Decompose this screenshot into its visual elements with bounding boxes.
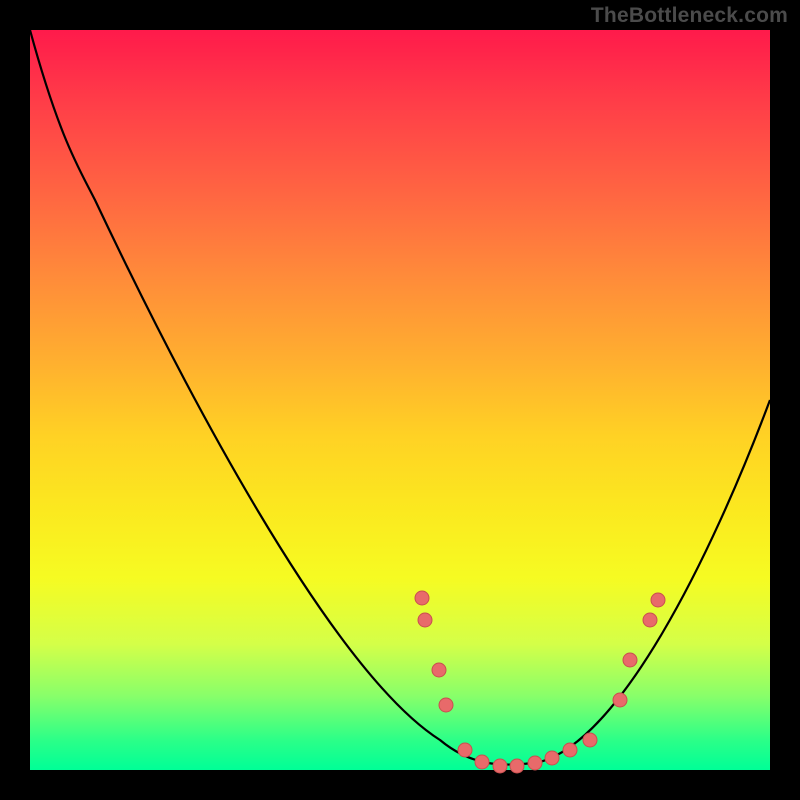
data-point — [651, 593, 665, 607]
data-point — [458, 743, 472, 757]
data-point — [415, 591, 429, 605]
data-point — [418, 613, 432, 627]
watermark-text: TheBottleneck.com — [591, 4, 788, 28]
data-point — [545, 751, 559, 765]
plot-area — [30, 30, 770, 770]
data-point — [613, 693, 627, 707]
data-point — [528, 756, 542, 770]
data-point — [432, 663, 446, 677]
data-point — [475, 755, 489, 769]
data-point — [510, 759, 524, 773]
data-point — [643, 613, 657, 627]
dot-series — [415, 591, 665, 773]
bottleneck-curve — [30, 30, 770, 765]
chart-frame: TheBottleneck.com — [0, 0, 800, 800]
data-point — [563, 743, 577, 757]
data-point — [439, 698, 453, 712]
data-point — [583, 733, 597, 747]
data-point — [493, 759, 507, 773]
data-point — [623, 653, 637, 667]
curve-svg — [30, 30, 770, 770]
